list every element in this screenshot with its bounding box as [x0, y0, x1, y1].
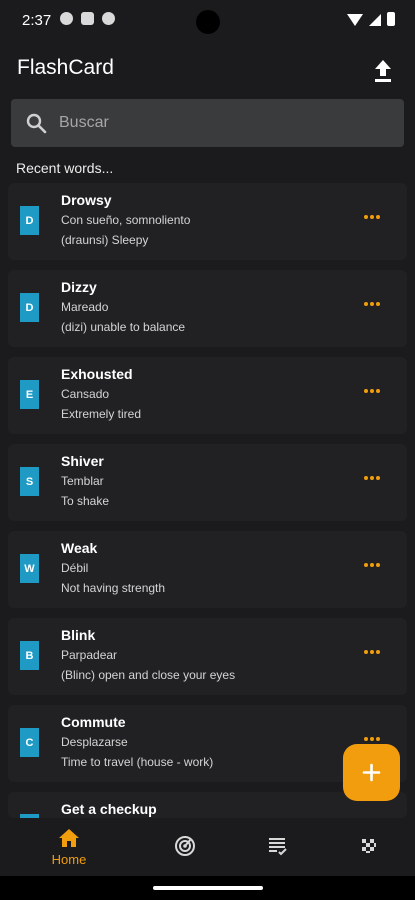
sim-icon [81, 12, 94, 25]
radar-icon [175, 836, 195, 856]
home-gesture-handle[interactable] [153, 886, 263, 890]
status-time: 2:37 [22, 12, 52, 29]
dnd-icon [60, 12, 73, 25]
word-note: Extremely tired [61, 407, 142, 421]
word-translation: Temblar [61, 474, 104, 488]
app-notification-icon [102, 12, 115, 25]
word-note: Time to travel (house - work) [61, 755, 214, 769]
more-options-icon[interactable] [364, 474, 384, 482]
word-note: (dizi) unable to balance [61, 320, 186, 334]
bottom-navigation: Home [0, 818, 415, 876]
word-translation: Parpadear [61, 648, 118, 662]
cell-signal-icon [369, 14, 381, 26]
letter-badge: D [20, 206, 39, 235]
battery-icon [387, 12, 395, 26]
word-title: Shiver [61, 453, 104, 469]
nav-lists[interactable] [247, 818, 307, 876]
nav-home-label: Home [51, 852, 87, 867]
more-options-icon[interactable] [364, 735, 384, 743]
grid-icon [362, 839, 376, 853]
plus-icon [362, 763, 381, 782]
search-icon [26, 113, 47, 134]
search-input[interactable]: Buscar [11, 99, 404, 147]
more-options-icon[interactable] [364, 648, 384, 656]
word-note: Not having strength [61, 581, 166, 595]
more-options-icon[interactable] [364, 213, 384, 221]
word-note: (Blinc) open and close your eyes [61, 668, 236, 682]
system-icons [347, 12, 395, 26]
letter-badge: B [20, 641, 39, 670]
upload-icon [375, 60, 391, 82]
wifi-icon [347, 14, 363, 26]
home-icon [59, 829, 79, 847]
word-card[interactable]: W Weak Débil Not having strength [8, 531, 407, 608]
word-card[interactable]: D Dizzy Mareado (dizi) unable to balance [8, 270, 407, 347]
recent-words-heading: Recent words... [16, 160, 114, 176]
word-note: To shake [61, 494, 110, 508]
notification-icons [60, 12, 115, 25]
word-translation: Desplazarse [61, 735, 128, 749]
word-translation: Débil [61, 561, 89, 575]
word-title: Dizzy [61, 279, 97, 295]
list-check-icon [269, 838, 287, 856]
word-note: (draunsi) Sleepy [61, 233, 149, 247]
letter-badge: S [20, 467, 39, 496]
letter-badge: C [20, 728, 39, 757]
word-card[interactable]: E Exhousted Cansado Extremely tired [8, 357, 407, 434]
status-bar: 2:37 [0, 0, 415, 44]
word-title: Exhousted [61, 366, 133, 382]
word-title: Commute [61, 714, 126, 730]
word-title: Get a checkup [61, 801, 157, 817]
word-title: Weak [61, 540, 98, 556]
nav-home[interactable]: Home [39, 818, 99, 876]
word-translation: Cansado [61, 387, 110, 401]
word-title: Drowsy [61, 192, 112, 208]
letter-badge: E [20, 380, 39, 409]
upload-button[interactable] [372, 58, 394, 84]
word-title: Blink [61, 627, 96, 643]
letter-badge: D [20, 293, 39, 322]
more-options-icon[interactable] [364, 561, 384, 569]
word-translation: Con sueño, somnoliento [61, 213, 191, 227]
add-word-button[interactable] [343, 744, 400, 801]
nav-progress[interactable] [155, 818, 215, 876]
word-card[interactable]: B Blink Parpadear (Blinc) open and close… [8, 618, 407, 695]
camera-cutout [196, 10, 220, 34]
gesture-bar [0, 876, 415, 900]
search-placeholder: Buscar [59, 114, 109, 131]
word-translation: Mareado [61, 300, 109, 314]
letter-badge: W [20, 554, 39, 583]
page-title: FlashCard [17, 56, 114, 79]
more-options-icon[interactable] [364, 300, 384, 308]
more-options-icon[interactable] [364, 387, 384, 395]
nav-games[interactable] [339, 818, 399, 876]
word-card[interactable]: S Shiver Temblar To shake [8, 444, 407, 521]
word-card[interactable]: D Drowsy Con sueño, somnoliento (draunsi… [8, 183, 407, 260]
